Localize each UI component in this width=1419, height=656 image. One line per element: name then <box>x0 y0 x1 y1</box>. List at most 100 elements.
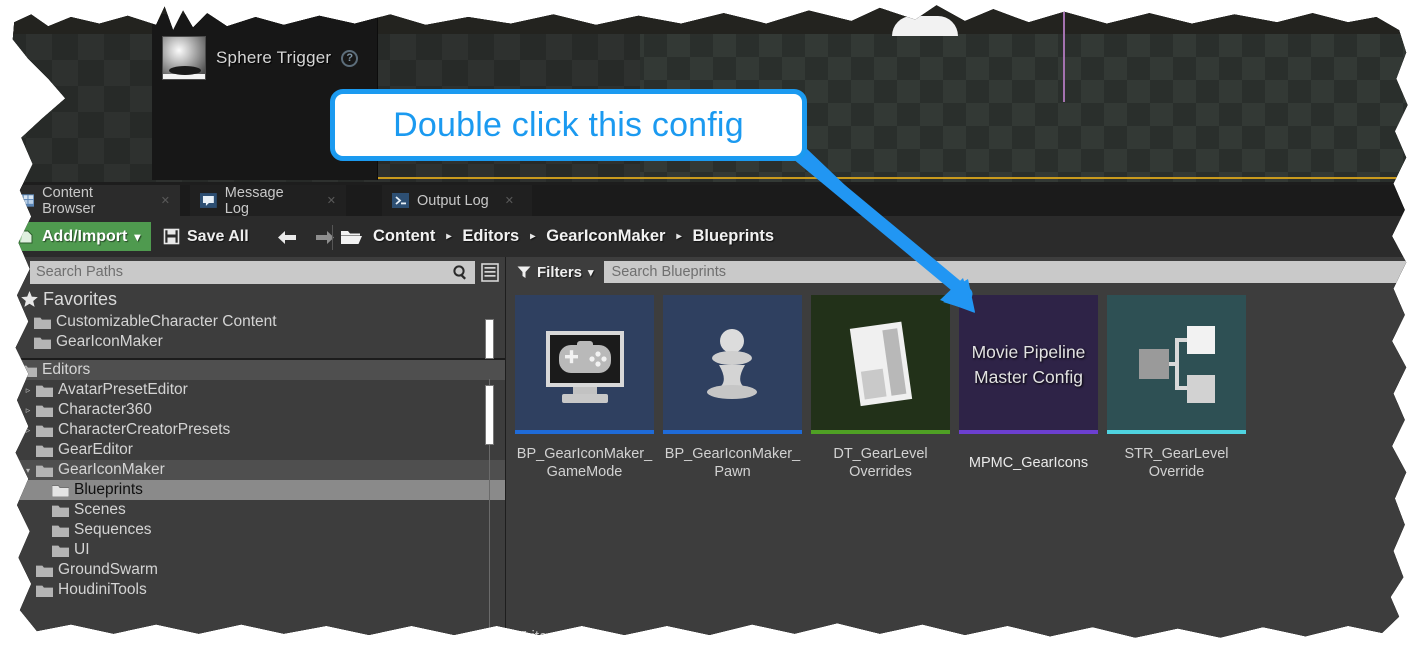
folder-icon <box>36 404 58 417</box>
outliner-item-label: Sphere Trigger <box>216 48 332 67</box>
folder-icon <box>36 564 58 577</box>
tree-item-geareditor[interactable]: GearEditor <box>13 440 505 460</box>
folder-open-icon[interactable] <box>340 228 362 246</box>
breadcrumb-item-editors[interactable]: Editors <box>462 227 519 246</box>
content-browser-panel: Content Browser ✕ Message Log ✕ Output L… <box>12 184 1408 645</box>
tree-item-geariconmaker[interactable]: ▾ GearIconMaker <box>12 460 505 480</box>
asset-thumbnail[interactable] <box>811 295 950 434</box>
breadcrumb-item-geariconmaker[interactable]: GearIconMaker <box>546 227 665 246</box>
outliner-row-sphere-trigger[interactable]: Sphere Trigger ? <box>162 36 359 80</box>
add-import-label: Add/Import <box>42 227 128 245</box>
favorites-scrollbar-thumb[interactable] <box>485 319 494 359</box>
filter-bar: Filters ▾ Search Blueprints <box>505 257 1408 287</box>
asset-type-accent <box>811 430 950 434</box>
folder-tree[interactable]: ▾ Favorites CustomizableCharacter Conten… <box>12 287 505 638</box>
save-icon <box>163 228 180 245</box>
tab-output-log-label: Output Log <box>417 192 489 209</box>
tree-item-label: Character360 <box>58 401 152 418</box>
viewport-purple-guide <box>1063 10 1065 102</box>
chevron-down-icon[interactable]: ▾ <box>20 466 36 475</box>
asset-tile-str-gearlevel[interactable]: STR_GearLevel Override <box>1107 295 1246 481</box>
folder-icon <box>52 524 74 537</box>
gamemode-icon <box>546 331 624 403</box>
breadcrumb-separator-icon: ▸ <box>530 231 536 242</box>
tree-item-avatarpreseteditor[interactable]: ▹ AvatarPresetEditor <box>13 380 505 400</box>
sources-sidebar: Search Paths ▾ Favorites CustomizableCha… <box>12 257 505 638</box>
viewport-dome-mesh <box>892 16 958 36</box>
tree-item-sequences[interactable]: Sequences <box>13 520 505 540</box>
asset-thumbnail[interactable]: Movie Pipeline Master Config <box>959 295 1098 434</box>
search-paths-input[interactable]: Search Paths <box>30 260 475 284</box>
asset-tile-bp-pawn[interactable]: BP_GearIconMaker_ Pawn <box>663 295 802 481</box>
callout-bubble: Double click this config <box>330 89 807 161</box>
breadcrumb-item-blueprints[interactable]: Blueprints <box>693 227 775 246</box>
chevron-down-icon[interactable]: ▾ <box>13 295 20 304</box>
folder-open-icon <box>20 364 42 377</box>
output-log-icon <box>392 193 409 208</box>
filters-button[interactable]: Filters ▾ <box>505 264 604 281</box>
callout-text: Double click this config <box>393 105 744 144</box>
folder-icon <box>52 504 74 517</box>
search-paths-placeholder: Search Paths <box>36 264 124 280</box>
tree-item-ui[interactable]: UI <box>13 540 505 560</box>
tree-item-charactercreatorpresets[interactable]: ▹ CharacterCreatorPresets <box>13 420 505 440</box>
asset-type-accent <box>515 430 654 434</box>
content-browser-icon <box>18 194 35 207</box>
tree-item-scenes[interactable]: Scenes <box>13 500 505 520</box>
navigation-arrows <box>276 229 336 246</box>
tab-close-icon[interactable]: ✕ <box>505 194 514 207</box>
item-count-label: 5 items <box>519 628 568 645</box>
asset-thumbnail[interactable] <box>663 295 802 434</box>
favorite-item-customizablecharacter[interactable]: CustomizableCharacter Content <box>13 312 505 332</box>
sphere-thumbnail-icon <box>162 36 206 80</box>
tree-item-houdinitools[interactable]: HoudiniTools <box>13 580 505 600</box>
tree-item-label: CharacterCreatorPresets <box>58 421 231 438</box>
asset-tile-mpmc-gearicons[interactable]: Movie Pipeline Master Config MPMC_GearIc… <box>959 295 1098 472</box>
favorites-header[interactable]: ▾ Favorites <box>13 287 505 312</box>
tab-close-icon[interactable]: ✕ <box>327 194 336 207</box>
folder-icon <box>36 384 58 397</box>
message-log-icon <box>200 193 217 208</box>
tree-scrollbar-thumb[interactable] <box>485 385 494 445</box>
folder-icon <box>36 444 58 457</box>
tree-item-groundswarm[interactable]: GroundSwarm <box>13 560 505 580</box>
save-all-button[interactable]: Save All <box>163 222 249 251</box>
breadcrumb-item-content[interactable]: Content <box>373 227 435 246</box>
asset-grid[interactable]: BP_GearIconMaker_ GameMode BP_GearIconMa… <box>505 287 1408 626</box>
chevron-down-icon[interactable]: ▾ <box>13 366 20 375</box>
tab-message-log-label: Message Log <box>224 184 284 217</box>
tree-item-blueprints[interactable]: Blueprints <box>12 480 505 500</box>
favorite-item-geariconmaker[interactable]: GearIconMaker <box>13 332 505 352</box>
folder-icon <box>34 316 56 329</box>
tree-item-character360[interactable]: ▹ Character360 <box>13 400 505 420</box>
tab-message-log[interactable]: Message Log ✕ <box>190 184 346 217</box>
add-import-icon <box>19 230 33 244</box>
help-circle-icon[interactable]: ? <box>341 49 359 67</box>
asset-tile-dt-gearlevel[interactable]: DT_GearLevel Overrides <box>811 295 950 481</box>
asset-type-accent <box>959 430 1098 434</box>
asset-thumbnail[interactable] <box>515 295 654 434</box>
folder-open-icon <box>36 464 58 477</box>
add-import-button[interactable]: Add/Import ▾ <box>12 222 152 251</box>
collapse-panel-icon[interactable] <box>12 261 30 284</box>
list-view-icon[interactable] <box>475 262 505 282</box>
star-icon <box>21 291 38 307</box>
magnifier-icon[interactable] <box>452 264 469 281</box>
tab-output-log[interactable]: Output Log ✕ <box>382 185 532 216</box>
tree-item-editors[interactable]: ▾ Editors <box>12 360 505 380</box>
asset-label: STR_GearLevel Override <box>1124 446 1229 480</box>
chevron-right-icon[interactable]: ▹ <box>20 405 36 416</box>
chevron-right-icon[interactable]: ▹ <box>20 385 36 396</box>
back-arrow-icon[interactable] <box>276 229 300 246</box>
tab-close-icon[interactable]: ✕ <box>161 194 170 207</box>
asset-tile-bp-gameMode[interactable]: BP_GearIconMaker_ GameMode <box>515 295 654 481</box>
search-assets-input[interactable]: Search Blueprints <box>603 261 1408 283</box>
tree-item-label: AvatarPresetEditor <box>58 381 188 398</box>
chevron-right-icon[interactable]: ▹ <box>20 425 36 436</box>
status-bar: 5 items <box>505 628 1408 645</box>
filters-label: Filters <box>537 263 583 281</box>
asset-thumbnail[interactable] <box>1107 295 1246 434</box>
search-paths-bar: Search Paths <box>12 257 505 287</box>
tab-content-browser[interactable]: Content Browser ✕ <box>12 185 180 217</box>
save-all-label: Save All <box>187 227 249 245</box>
